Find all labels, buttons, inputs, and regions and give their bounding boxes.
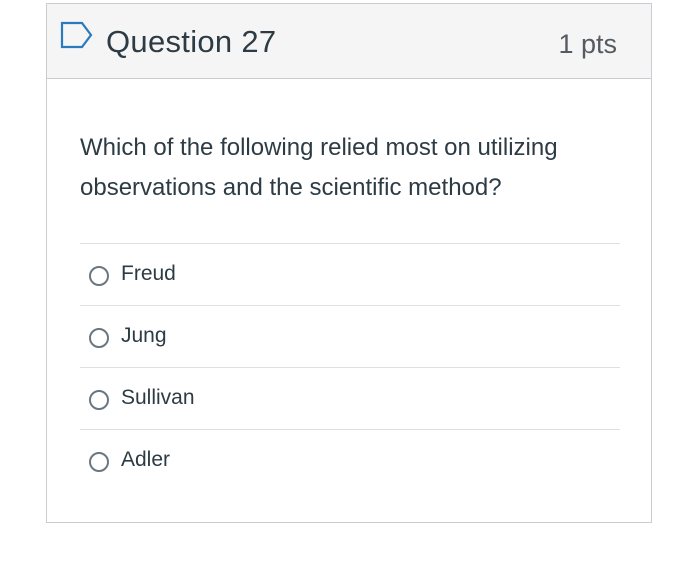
radio-button[interactable]: [89, 390, 109, 410]
answer-label: Sullivan: [121, 386, 195, 409]
answer-option[interactable]: Jung: [80, 305, 620, 367]
radio-button[interactable]: [89, 266, 109, 286]
radio-button[interactable]: [89, 452, 109, 472]
question-header: Question 27 1 pts: [47, 4, 651, 79]
flag-question-icon[interactable]: [60, 21, 94, 49]
answer-option[interactable]: Sullivan: [80, 367, 620, 429]
question-card: Question 27 1 pts Which of the following…: [46, 3, 652, 523]
question-points: 1 pts: [558, 29, 617, 59]
question-title: Question 27: [106, 24, 277, 59]
answer-option[interactable]: Adler: [80, 429, 620, 491]
answer-label: Jung: [121, 324, 167, 347]
answer-label: Freud: [121, 262, 176, 285]
question-text: Which of the following relied most on ut…: [80, 134, 558, 201]
answer-option[interactable]: Freud: [80, 243, 620, 305]
radio-button[interactable]: [89, 328, 109, 348]
answer-list: Freud Jung Sullivan Adler: [80, 243, 620, 491]
answer-label: Adler: [121, 448, 171, 471]
